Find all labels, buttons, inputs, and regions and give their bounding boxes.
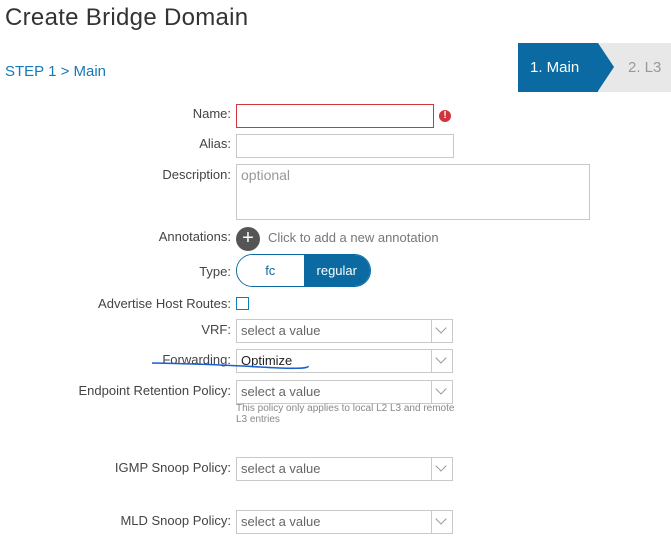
type-label: Type: (199, 264, 231, 279)
wizard-step-main[interactable]: 1. Main (518, 43, 598, 92)
endpoint-retention-policy-label: Endpoint Retention Policy: (78, 383, 231, 398)
wizard-arrow (598, 43, 614, 91)
chevron-down-icon (431, 511, 452, 533)
name-input[interactable] (236, 104, 434, 128)
advertise-host-routes-label: Advertise Host Routes: (98, 296, 231, 311)
endpoint-retention-policy-value: select a value (241, 384, 321, 399)
annotations-label: Annotations: (158, 229, 231, 244)
chevron-down-icon (431, 320, 452, 342)
forwarding-value: Optimize (241, 353, 293, 368)
description-textarea[interactable]: optional (236, 164, 590, 220)
vrf-value: select a value (241, 323, 321, 338)
description-placeholder: optional (241, 167, 291, 183)
description-label: Description: (162, 167, 231, 182)
type-toggle[interactable]: fc regular (236, 254, 371, 287)
mld-snoop-policy-select[interactable]: select a value (236, 510, 453, 534)
mld-snoop-policy-label: MLD Snoop Policy: (120, 513, 231, 528)
chevron-down-icon (431, 381, 452, 403)
advertise-host-routes-checkbox[interactable] (236, 297, 249, 310)
igmp-snoop-policy-label: IGMP Snoop Policy: (114, 460, 231, 475)
wizard-step-l3[interactable]: 2. L3 (614, 43, 671, 92)
endpoint-retention-policy-hint: This policy only applies to local L2 L3 … (236, 403, 455, 425)
wizard-step-label: 2. L3 (628, 59, 662, 76)
breadcrumb: STEP 1 > Main (5, 63, 107, 80)
mld-snoop-policy-value: select a value (241, 514, 321, 529)
igmp-snoop-policy-select[interactable]: select a value (236, 457, 453, 481)
chevron-down-icon (431, 350, 452, 372)
name-label: Name: (192, 106, 231, 121)
alias-input[interactable] (236, 134, 454, 158)
igmp-snoop-policy-value: select a value (241, 461, 321, 476)
forwarding-select[interactable]: Optimize (236, 349, 453, 373)
wizard-step-label: 1. Main (530, 59, 580, 76)
alias-label: Alias: (199, 136, 231, 151)
error-icon: ! (439, 110, 451, 122)
endpoint-retention-policy-select[interactable]: select a value (236, 380, 453, 404)
forwarding-label: Forwarding: (162, 352, 231, 367)
vrf-label: VRF: (201, 322, 231, 337)
add-annotation-icon[interactable]: + (236, 227, 260, 251)
add-annotation-link[interactable]: Click to add a new annotation (268, 230, 439, 245)
chevron-down-icon (431, 458, 452, 480)
page-title: Create Bridge Domain (5, 4, 249, 31)
vrf-select[interactable]: select a value (236, 319, 453, 343)
type-option-regular[interactable]: regular (303, 255, 370, 286)
type-option-fc[interactable]: fc (237, 255, 304, 286)
